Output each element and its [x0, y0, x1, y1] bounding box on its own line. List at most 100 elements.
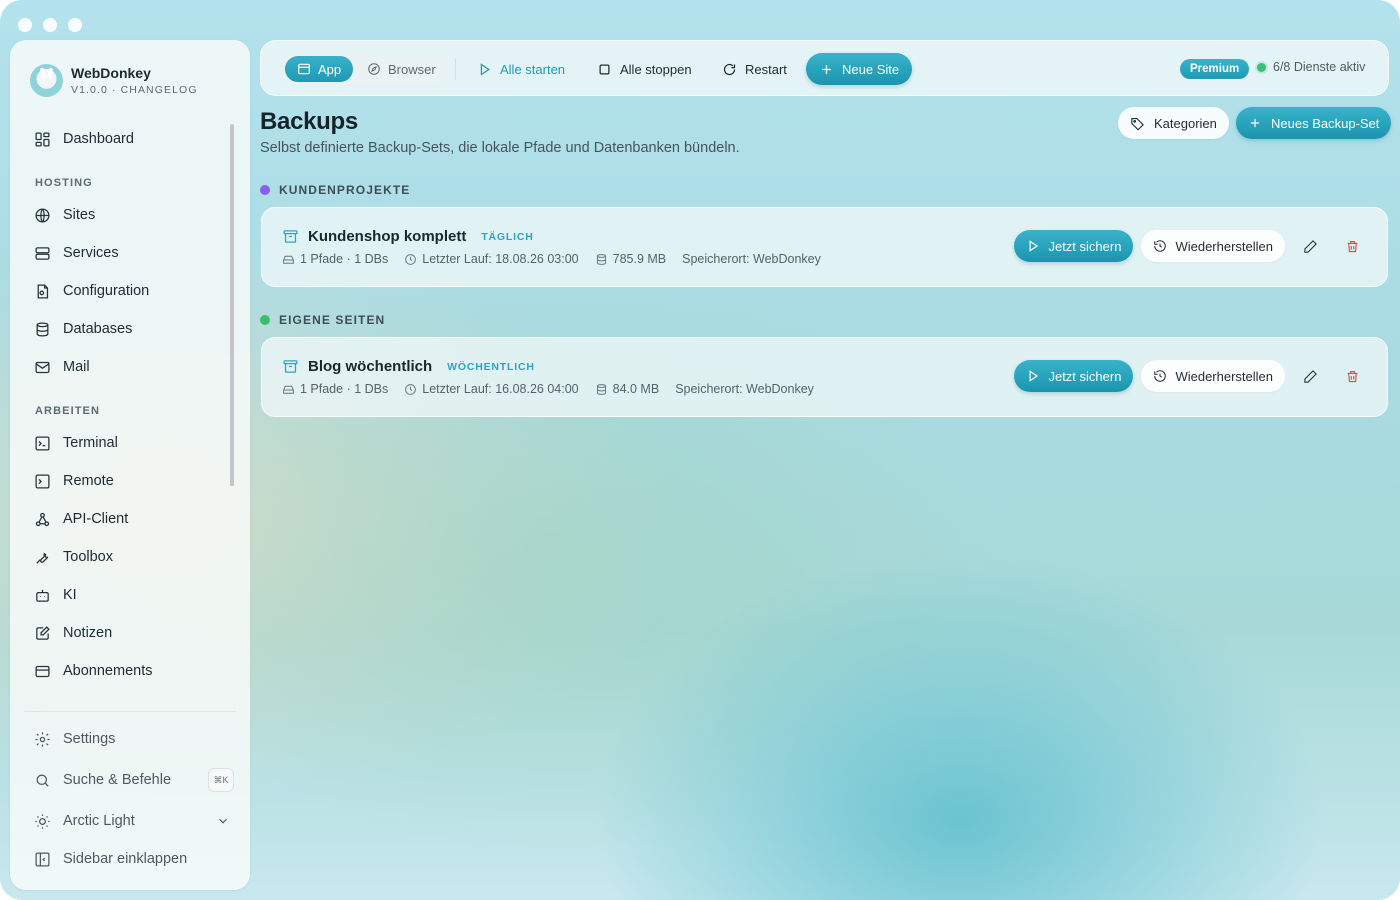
sidebar-item-remote[interactable]: Remote [24, 465, 234, 497]
config-file-icon [37, 283, 49, 299]
sidebar-item-databases[interactable]: Databases [24, 313, 234, 345]
window-controls [18, 18, 82, 32]
last-run-text: Letzter Lauf: 16.08.26 04:00 [422, 382, 579, 396]
group-label: EIGENE SEITEN [279, 313, 386, 327]
trash-icon [1347, 370, 1357, 382]
sidebar-item-ki[interactable]: KI [24, 579, 234, 611]
chevron-down-icon [219, 818, 227, 824]
delete-button[interactable] [1335, 230, 1369, 262]
sidebar-item-configuration[interactable]: Configuration [24, 275, 234, 307]
delete-button[interactable] [1335, 360, 1369, 392]
last-run-info: Letzter Lauf: 18.08.26 03:00 [404, 252, 579, 266]
sidebar-item-terminal[interactable]: Terminal [24, 427, 234, 459]
database-icon [596, 253, 606, 265]
services-status[interactable]: 6/8 Dienste aktiv [1257, 60, 1365, 74]
bot-icon [36, 589, 49, 602]
location-info: Speicherort: WebDonkey [682, 252, 821, 266]
stop-all-button[interactable]: Alle stoppen [587, 53, 702, 85]
status-dot [1257, 62, 1266, 72]
sidebar-item-abonnements[interactable]: Abonnements [24, 655, 234, 687]
section-arbeiten: ARBEITEN [35, 405, 101, 417]
sidebar-divider [24, 711, 236, 712]
maximize-window-button[interactable] [68, 18, 82, 32]
mode-app-label: App [318, 61, 342, 77]
start-all-label: Alle starten [500, 61, 566, 77]
remote-icon [35, 473, 50, 489]
database-icon [36, 321, 49, 337]
restore-label: Wiederherstellen [1175, 238, 1273, 254]
edit-button[interactable] [1293, 230, 1327, 262]
archive-icon [283, 360, 298, 373]
location-text: Speicherort: WebDonkey [675, 382, 814, 396]
frequency-badge: WÖCHENTLICH [447, 360, 535, 373]
archive-icon [283, 230, 298, 243]
mode-browser-label: Browser [388, 61, 436, 77]
brand[interactable]: WebDonkey V1.0.0 · CHANGELOG [30, 64, 198, 97]
version-changelog-link[interactable]: V1.0.0 · CHANGELOG [71, 84, 198, 96]
size-info: 785.9 MB [595, 252, 666, 266]
sidebar-item-label: Services [63, 245, 119, 261]
collapse-sidebar-button[interactable]: Sidebar einklappen [24, 843, 234, 875]
drive-icon [283, 385, 294, 394]
sidebar-item-label: Configuration [63, 283, 150, 299]
backup-now-button[interactable]: Jetzt sichern [1014, 360, 1134, 392]
app-name: WebDonkey [71, 65, 151, 81]
sidebar-item-services[interactable]: Services [24, 237, 234, 269]
sidebar-item-label: Dashboard [63, 131, 134, 147]
toolbar: App Browser Alle starten Alle stoppen Re… [260, 40, 1389, 96]
group-header: KUNDENPROJEKTE [260, 183, 410, 197]
start-all-button[interactable]: Alle starten [467, 53, 575, 85]
backup-actions: Jetzt sichern Wiederherstellen [1014, 230, 1369, 262]
new-site-button[interactable]: Neue Site [806, 53, 913, 85]
backup-meta: 1 Pfade · 1 DBs Letzter Lauf: 18.08.26 0… [282, 252, 821, 266]
restart-button[interactable]: Restart [712, 53, 797, 85]
mode-browser-button[interactable]: Browser [355, 56, 448, 82]
api-icon [35, 512, 50, 526]
plus-icon [822, 64, 831, 74]
sidebar-item-api-client[interactable]: API-Client [24, 503, 234, 535]
sidebar-item-label: Suche & Befehle [63, 772, 172, 788]
pencil-icon [1303, 239, 1317, 253]
paths-info: 1 Pfade · 1 DBs [282, 382, 388, 396]
paths-text: 1 Pfade · 1 DBs [300, 252, 389, 266]
server-icon [35, 246, 50, 260]
notes-icon [36, 625, 50, 640]
location-text: Speicherort: WebDonkey [682, 252, 821, 266]
refresh-icon [723, 63, 736, 75]
compass-icon [368, 63, 380, 75]
theme-selector[interactable]: Arctic Light [24, 805, 234, 837]
restore-button[interactable]: Wiederherstellen [1141, 360, 1285, 392]
sidebar-collapse-icon [35, 851, 50, 867]
backup-now-button[interactable]: Jetzt sichern [1014, 230, 1134, 262]
backup-meta: 1 Pfade · 1 DBs Letzter Lauf: 16.08.26 0… [282, 382, 814, 396]
clock-icon [405, 383, 417, 395]
paths-text: 1 Pfade · 1 DBs [300, 382, 389, 396]
play-icon [1029, 370, 1039, 382]
close-window-button[interactable] [18, 18, 32, 32]
restart-label: Restart [745, 61, 787, 77]
mode-app-button[interactable]: App [285, 56, 354, 82]
sidebar-item-settings[interactable]: Settings [24, 723, 234, 755]
sidebar-scrollbar[interactable] [230, 124, 234, 486]
minimize-window-button[interactable] [43, 18, 57, 32]
edit-button[interactable] [1293, 360, 1327, 392]
drive-icon [283, 255, 294, 264]
new-backup-set-button[interactable]: Neues Backup-Set [1236, 107, 1392, 139]
sidebar-item-sites[interactable]: Sites [24, 199, 234, 231]
backup-name: Kundenshop komplett [308, 228, 467, 245]
sidebar-item-label: Sites [63, 207, 96, 223]
sidebar-item-label: Notizen [63, 625, 113, 641]
mode-switch: App Browser [283, 52, 447, 86]
gear-icon [35, 731, 50, 747]
sidebar-item-mail[interactable]: Mail [24, 351, 234, 383]
sidebar-item-notizen[interactable]: Notizen [24, 617, 234, 649]
sidebar-item-dashboard[interactable]: Dashboard [24, 123, 234, 155]
premium-badge[interactable]: Premium [1180, 59, 1250, 79]
shortcut-badge: ⌘K [208, 768, 234, 792]
history-icon [1154, 370, 1167, 382]
restore-button[interactable]: Wiederherstellen [1141, 230, 1285, 262]
history-icon [1154, 240, 1167, 252]
categories-button[interactable]: Kategorien [1118, 107, 1229, 139]
sidebar-item-toolbox[interactable]: Toolbox [24, 541, 234, 573]
sidebar-item-search[interactable]: Suche & Befehle ⌘K [24, 764, 234, 796]
